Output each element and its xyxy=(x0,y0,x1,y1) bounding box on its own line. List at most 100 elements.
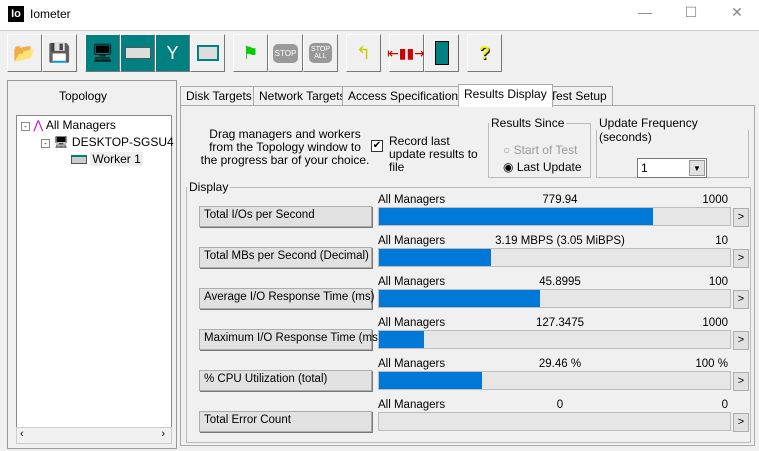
reset-workers-button[interactable]: ↰ xyxy=(346,34,381,72)
radio-label: Start of Test xyxy=(513,143,578,157)
update-frequency-select[interactable]: 1 ▼ xyxy=(637,158,707,178)
row-arrow-button[interactable]: > xyxy=(733,208,749,227)
new-network-worker-button[interactable]: Y xyxy=(155,34,190,72)
toolbar: 📂 💾 🖥 Y ⚑ STOP STOP ALL ↰ ⇤▮▮⇥ ? xyxy=(0,30,759,78)
update-frequency-group: Update Frequency (seconds) 1 ▼ xyxy=(596,116,749,178)
save-button[interactable]: 💾 xyxy=(42,34,77,72)
row-max: 1000 xyxy=(702,317,728,329)
duplicate-worker-icon xyxy=(196,45,219,61)
node-label: DESKTOP-SGSU4 xyxy=(71,135,174,149)
row-source[interactable]: All Managers xyxy=(378,194,445,206)
scroll-left-icon[interactable]: ‹ xyxy=(20,428,24,440)
node-label: Worker 1 xyxy=(90,152,143,166)
green-flag-icon: ⚑ xyxy=(242,42,259,63)
scroll-right-icon[interactable]: › xyxy=(161,428,165,440)
maximize-button[interactable]: ☐ xyxy=(676,4,706,24)
title-bar: Io Iometer — ☐ ✕ xyxy=(0,0,759,30)
row-arrow-button[interactable]: > xyxy=(733,413,749,432)
horizontal-scrollbar[interactable]: ‹ › xyxy=(16,427,172,444)
row-value: 779.94 xyxy=(542,194,578,206)
progress-bar[interactable] xyxy=(378,330,731,349)
select-value: 1 xyxy=(641,161,648,175)
row-source[interactable]: All Managers xyxy=(378,358,445,370)
worker-disk-icon xyxy=(71,155,87,165)
progress-bar-fill xyxy=(379,290,541,307)
radio-start-of-test[interactable]: ○ Start of Test xyxy=(503,143,577,157)
row-max: 10 xyxy=(715,235,728,247)
row-max: 1000 xyxy=(702,194,728,206)
progress-bar[interactable] xyxy=(378,412,731,431)
help-button[interactable]: ? xyxy=(467,34,502,72)
collapse-icon[interactable]: - xyxy=(21,122,30,131)
progress-bar-fill xyxy=(379,208,653,225)
results-since-title: Results Since xyxy=(491,116,565,130)
radio-label: Last Update xyxy=(516,160,582,174)
results-since-group: Results Since ○ Start of Test ◉ Last Upd… xyxy=(488,116,591,178)
instructions-text: Drag managers and workers from the Topol… xyxy=(200,127,370,167)
disconnect-icon: ⇤▮▮⇥ xyxy=(387,44,426,61)
progress-bar[interactable] xyxy=(378,248,731,267)
metric-button[interactable]: Maximum I/O Response Time (ms) xyxy=(199,329,382,350)
display-title: Display xyxy=(189,180,229,194)
open-icon: 📂 xyxy=(13,42,36,63)
row-max: 100 xyxy=(708,276,728,288)
radio-selected-icon: ◉ xyxy=(503,160,514,174)
row-value: 3.19 MBPS (3.05 MiBPS) xyxy=(495,235,625,247)
tab-disk-targets[interactable]: Disk Targets xyxy=(180,86,258,106)
tab-results-display[interactable]: Results Display xyxy=(458,84,553,107)
computer-icon: 🖥 xyxy=(91,42,114,63)
app-icon: Io xyxy=(8,6,24,22)
tab-access-specifications[interactable]: Access Specifications xyxy=(342,86,471,106)
metric-button[interactable]: Total I/Os per Second xyxy=(199,206,372,227)
close-button[interactable]: ✕ xyxy=(722,4,752,24)
open-button[interactable]: 📂 xyxy=(7,34,42,72)
network-worker-icon: Y xyxy=(166,42,179,63)
row-source[interactable]: All Managers xyxy=(378,235,445,247)
new-worker-button[interactable] xyxy=(120,34,155,72)
all-managers-icon: ⋀ xyxy=(33,118,44,132)
metric-button[interactable]: Total MBs per Second (Decimal) xyxy=(199,247,372,268)
row-source[interactable]: All Managers xyxy=(378,276,445,288)
computer-icon: 🖥 xyxy=(53,135,69,149)
row-value: 29.46 % xyxy=(538,358,582,370)
stop-button[interactable]: STOP xyxy=(268,34,303,72)
row-arrow-button[interactable]: > xyxy=(733,249,749,268)
row-arrow-button[interactable]: > xyxy=(733,372,749,391)
row-source[interactable]: All Managers xyxy=(378,317,445,329)
radio-icon: ○ xyxy=(503,143,511,157)
help-icon: ? xyxy=(479,42,490,63)
row-value: 45.8995 xyxy=(539,276,581,288)
topology-pane: Topology - ⋀ All Managers - 🖥 DESKTOP-SG… xyxy=(7,80,177,449)
reset-arrow-icon: ↰ xyxy=(355,42,372,63)
metric-button[interactable]: Total Error Count xyxy=(199,411,372,432)
progress-bar-fill xyxy=(379,249,491,266)
window-title: Iometer xyxy=(30,7,71,21)
exit-button[interactable] xyxy=(424,34,459,72)
tree-node-manager[interactable]: - 🖥 DESKTOP-SGSU4 xyxy=(41,135,174,149)
collapse-icon[interactable]: - xyxy=(41,139,50,148)
row-source[interactable]: All Managers xyxy=(378,399,445,411)
record-checkbox[interactable]: ✔ xyxy=(371,140,383,152)
row-max: 100 % xyxy=(695,358,728,370)
tab-test-setup[interactable]: Test Setup xyxy=(544,86,613,106)
metric-button[interactable]: % CPU Utilization (total) xyxy=(199,370,372,391)
progress-bar[interactable] xyxy=(378,371,731,390)
start-button[interactable]: ⚑ xyxy=(233,34,268,72)
chevron-down-icon[interactable]: ▼ xyxy=(689,160,705,176)
progress-bar[interactable] xyxy=(378,207,731,226)
tree-node-worker[interactable]: Worker 1 xyxy=(71,152,143,166)
duplicate-worker-button[interactable] xyxy=(190,34,225,72)
start-display-button[interactable]: 🖥 xyxy=(85,34,120,72)
row-arrow-button[interactable]: > xyxy=(733,290,749,309)
topology-tree: - ⋀ All Managers - 🖥 DESKTOP-SGSU4 Worke… xyxy=(16,115,174,429)
stop-all-button[interactable]: STOP ALL xyxy=(303,34,338,72)
tab-network-targets[interactable]: Network Targets xyxy=(253,86,352,106)
disconnect-button[interactable]: ⇤▮▮⇥ xyxy=(387,34,426,72)
radio-last-update[interactable]: ◉ Last Update xyxy=(503,160,582,174)
tree-node-all-managers[interactable]: - ⋀ All Managers xyxy=(21,118,116,132)
minimize-button[interactable]: — xyxy=(630,4,660,24)
row-arrow-button[interactable]: > xyxy=(733,331,749,350)
progress-bar[interactable] xyxy=(378,289,731,308)
save-icon: 💾 xyxy=(48,42,71,63)
metric-button[interactable]: Average I/O Response Time (ms) xyxy=(199,288,374,309)
